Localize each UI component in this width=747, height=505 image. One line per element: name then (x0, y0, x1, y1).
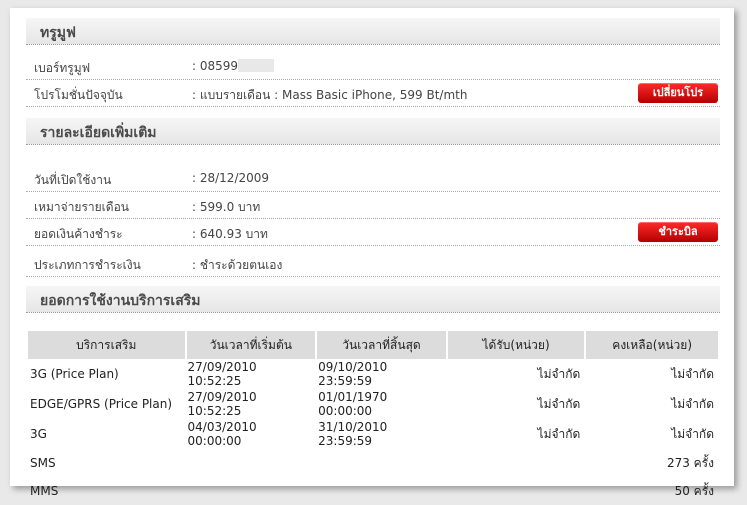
promo-label: โปรโมชั่นปัจจุบัน (34, 88, 123, 102)
start-datetime: 27/09/2010 10:52:25 (187, 390, 257, 418)
pay-bill-button[interactable]: ชำระบิล (638, 222, 718, 242)
monthly-fee-row: เหมาจ่ายรายเดือน : 599.0 บาท (26, 192, 720, 219)
table-row: 3G 04/03/2010 00:00:00 31/10/2010 23:59:… (28, 419, 718, 449)
section-header-extra-services: ยอดการใช้งานบริการเสริม (26, 286, 720, 313)
payment-type-label: ประเภทการชำระเงิน (34, 258, 141, 272)
column-header: บริการเสริม (28, 331, 185, 359)
remaining-units: 273 ครั้ง (666, 455, 714, 470)
balance-row: ยอดเงินค้างชำระ : 640.93 บาท ชำระบิล (26, 219, 720, 246)
start-datetime: 04/03/2010 00:00:00 (187, 420, 257, 448)
number-label: เบอร์ทรูมูฟ (34, 61, 91, 75)
remaining-units: ไม่จำกัด (671, 396, 714, 411)
column-header: ได้รับ(หน่วย) (447, 331, 585, 359)
column-header: วันเวลาที่สิ้นสุด (317, 331, 446, 359)
end-datetime (317, 449, 446, 477)
start-datetime: 27/09/2010 10:52:25 (187, 360, 257, 388)
service-name: 3G (Price Plan) (30, 367, 119, 381)
received-units: ไม่จำกัด (537, 366, 581, 381)
open-date-value: : 28/12/2009 (192, 171, 270, 185)
end-datetime: 31/10/2010 23:59:59 (318, 420, 388, 448)
service-name: 3G (30, 427, 47, 441)
section-title: รายละเอียดเพิ่มเติม (40, 125, 157, 141)
end-datetime: 01/01/1970 00:00:00 (318, 390, 388, 418)
balance-value: : 640.93 บาท (192, 227, 268, 241)
start-datetime (187, 449, 316, 477)
column-header: คงเหลือ(หน่วย) (586, 331, 718, 359)
service-name: EDGE/GPRS (Price Plan) (30, 397, 173, 411)
remaining-units: ไม่จำกัด (671, 426, 714, 441)
table-header-row: บริการเสริม วันเวลาที่เริ่มต้น วันเวลาที… (28, 331, 718, 359)
open-date-label: วันที่เปิดใช้งาน (34, 173, 112, 187)
received-units: ไม่จำกัด (537, 426, 581, 441)
masked-digits (238, 59, 275, 72)
monthly-fee-value: : 599.0 บาท (192, 200, 261, 214)
number-row: เบอร์ทรูมูฟ : 08599 (26, 53, 720, 80)
received-units (448, 449, 585, 477)
payment-type-row: ประเภทการชำระเงิน : ชำระด้วยตนเอง (26, 250, 720, 277)
promo-row: โปรโมชั่นปัจจุบัน : แบบรายเดือน : Mass B… (26, 80, 720, 107)
table-row: 3G (Price Plan) 27/09/2010 10:52:25 09/1… (28, 359, 718, 389)
column-header: วันเวลาที่เริ่มต้น (186, 331, 316, 359)
monthly-fee-label: เหมาจ่ายรายเดือน (34, 200, 129, 214)
section-header-details: รายละเอียดเพิ่มเติม (26, 118, 720, 145)
section-header-truemove: ทรูมูฟ (26, 18, 720, 45)
section-title: ทรูมูฟ (40, 25, 76, 41)
end-datetime: 09/10/2010 23:59:59 (318, 360, 388, 388)
account-panel: ทรูมูฟ เบอร์ทรูมูฟ : 08599 โปรโมชั่นปัจจ… (10, 8, 734, 498)
service-name: SMS (30, 456, 56, 470)
payment-type-value: : ชำระด้วยตนเอง (192, 258, 283, 272)
table-row: SMS 273 ครั้ง (28, 449, 718, 477)
section-title: ยอดการใช้งานบริการเสริม (40, 293, 201, 309)
change-promo-button[interactable]: เปลี่ยนโปร (638, 83, 718, 103)
table-row: EDGE/GPRS (Price Plan) 27/09/2010 10:52:… (28, 389, 718, 419)
open-date-row: วันที่เปิดใช้งาน : 28/12/2009 (26, 165, 720, 192)
received-units: ไม่จำกัด (537, 396, 581, 411)
remaining-units: ไม่จำกัด (671, 366, 714, 381)
number-value: : 08599 (192, 59, 275, 73)
promo-value: : แบบรายเดือน : Mass Basic iPhone, 599 B… (192, 88, 468, 102)
balance-label: ยอดเงินค้างชำระ (34, 227, 123, 241)
usage-table: บริการเสริม วันเวลาที่เริ่มต้น วันเวลาที… (26, 331, 720, 505)
